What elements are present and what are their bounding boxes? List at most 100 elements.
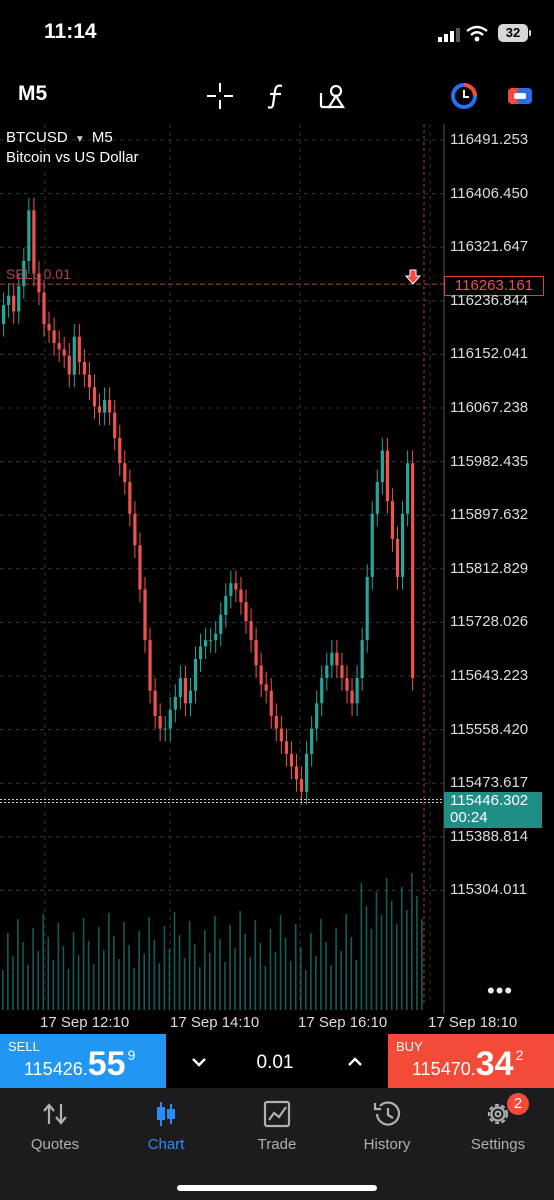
candle-body [82, 362, 86, 375]
candle-body [133, 513, 137, 546]
volume-bar [138, 931, 140, 1010]
volume-bar [153, 940, 156, 1010]
volume-bar [269, 929, 272, 1010]
candle-body [234, 583, 238, 590]
volume-bar [108, 913, 110, 1010]
volume-bar [67, 969, 70, 1010]
date-axis-label: 17 Sep 14:10 [170, 1014, 260, 1031]
symbol-description: Bitcoin vs US Dollar [6, 149, 139, 166]
more-options-button[interactable]: ••• [487, 978, 513, 1004]
lot-decrease-button[interactable] [186, 1050, 212, 1074]
candle-body [249, 621, 253, 641]
objects-button[interactable] [312, 76, 352, 116]
volume-bar [219, 939, 221, 1010]
candle-body [254, 640, 258, 666]
volume-bar [224, 962, 226, 1010]
volume-bar [279, 915, 282, 1010]
sell-button[interactable]: SELL 115426.55 9 [0, 1034, 166, 1088]
price-axis-label: 116236.844 [450, 291, 529, 309]
volume-bar [2, 970, 4, 1010]
candle-body [411, 463, 415, 679]
candle-body [153, 690, 157, 716]
volume-bar [335, 928, 337, 1010]
price-axis-label: 115643.223 [450, 667, 529, 684]
buy-price-main: 115470. [412, 1059, 476, 1079]
volume-bar [118, 959, 120, 1010]
candle-body [350, 690, 354, 704]
nav-settings[interactable]: Settings [443, 1098, 553, 1158]
volume-bar [259, 943, 262, 1010]
candle-body [47, 324, 51, 331]
timeframe-button[interactable]: M5 [18, 82, 47, 106]
sell-price: 115426.55 9 [24, 1045, 135, 1084]
price-axis-label: 115558.420 [450, 720, 529, 738]
volume-bar [395, 924, 398, 1010]
one-click-trading-button[interactable] [444, 76, 484, 116]
volume-bar [320, 919, 322, 1010]
volume-bar [390, 901, 393, 1010]
volume-bar [254, 920, 257, 1010]
volume-bar [82, 918, 85, 1010]
price-axis-label: 115897.632 [450, 506, 529, 524]
candlestick-chart-icon [157, 1102, 175, 1126]
volume-bar [294, 924, 297, 1010]
candle-body [365, 576, 369, 641]
volume-bar [244, 934, 246, 1010]
volume-bar [178, 935, 181, 1010]
volume-bar [416, 896, 418, 1010]
volume-bar [113, 936, 115, 1010]
volume-bar [188, 921, 191, 1010]
candle-body [67, 355, 71, 375]
candle-body [219, 614, 223, 634]
lot-volume[interactable]: 0.01 [230, 1052, 320, 1074]
volume-bar [77, 955, 80, 1010]
price-axis-label: 116491.253 [450, 131, 529, 148]
candle-body [400, 513, 405, 577]
date-axis-label: 17 Sep 16:10 [298, 1014, 388, 1031]
candle-body [244, 602, 248, 622]
nav-trade[interactable]: Trade [222, 1098, 332, 1158]
candle-body [325, 665, 329, 679]
status-time: 11:14 [44, 20, 97, 43]
candle-body [284, 741, 288, 754]
buy-price: 115470.34 2 [412, 1045, 523, 1084]
volume-bar [284, 938, 287, 1010]
candle-body [12, 295, 16, 312]
one-click-icon [451, 83, 477, 109]
cellular-signal-icon [438, 28, 460, 42]
indicators-button[interactable] [256, 76, 296, 116]
nav-quotes[interactable]: Quotes [0, 1098, 110, 1158]
candle-body [2, 305, 6, 325]
nav-history[interactable]: History [332, 1098, 442, 1158]
nav-trade-label: Trade [257, 1136, 297, 1153]
symbol-name: BTCUSD [6, 129, 68, 146]
volume-bar [370, 929, 373, 1010]
volume-bar [143, 954, 145, 1010]
sell-position-label[interactable]: SELL 0.01 [6, 266, 71, 282]
volume-bar [209, 953, 211, 1010]
candle-body [108, 399, 112, 413]
candle-body [330, 652, 334, 666]
volume-bar [97, 927, 100, 1010]
candle-body [113, 412, 117, 438]
volume-bar [229, 925, 231, 1010]
trade-toggle-button[interactable] [500, 76, 540, 116]
chevron-down-icon: ▼ [74, 134, 85, 145]
candle-body [72, 336, 76, 375]
candle-body [118, 437, 122, 464]
lot-increase-button[interactable] [342, 1050, 368, 1074]
sell-price-fraction: 9 [127, 1047, 136, 1063]
quotes-arrows-icon [43, 1103, 67, 1125]
candle-body [17, 286, 21, 312]
volume-bar [385, 878, 388, 1010]
chart-symbol[interactable]: BTCUSD ▼ M5 [6, 129, 113, 146]
candle-body [355, 678, 359, 704]
candle-body [345, 678, 349, 691]
crosshair-button[interactable] [200, 76, 240, 116]
volume-bar [57, 923, 60, 1010]
settings-notification-badge: 2 [507, 1093, 529, 1115]
price-axis-label: 116321.647 [450, 238, 529, 256]
candle-body [214, 633, 218, 641]
nav-chart[interactable]: Chart [111, 1098, 221, 1158]
buy-button[interactable]: BUY 115470.34 2 [388, 1034, 554, 1088]
